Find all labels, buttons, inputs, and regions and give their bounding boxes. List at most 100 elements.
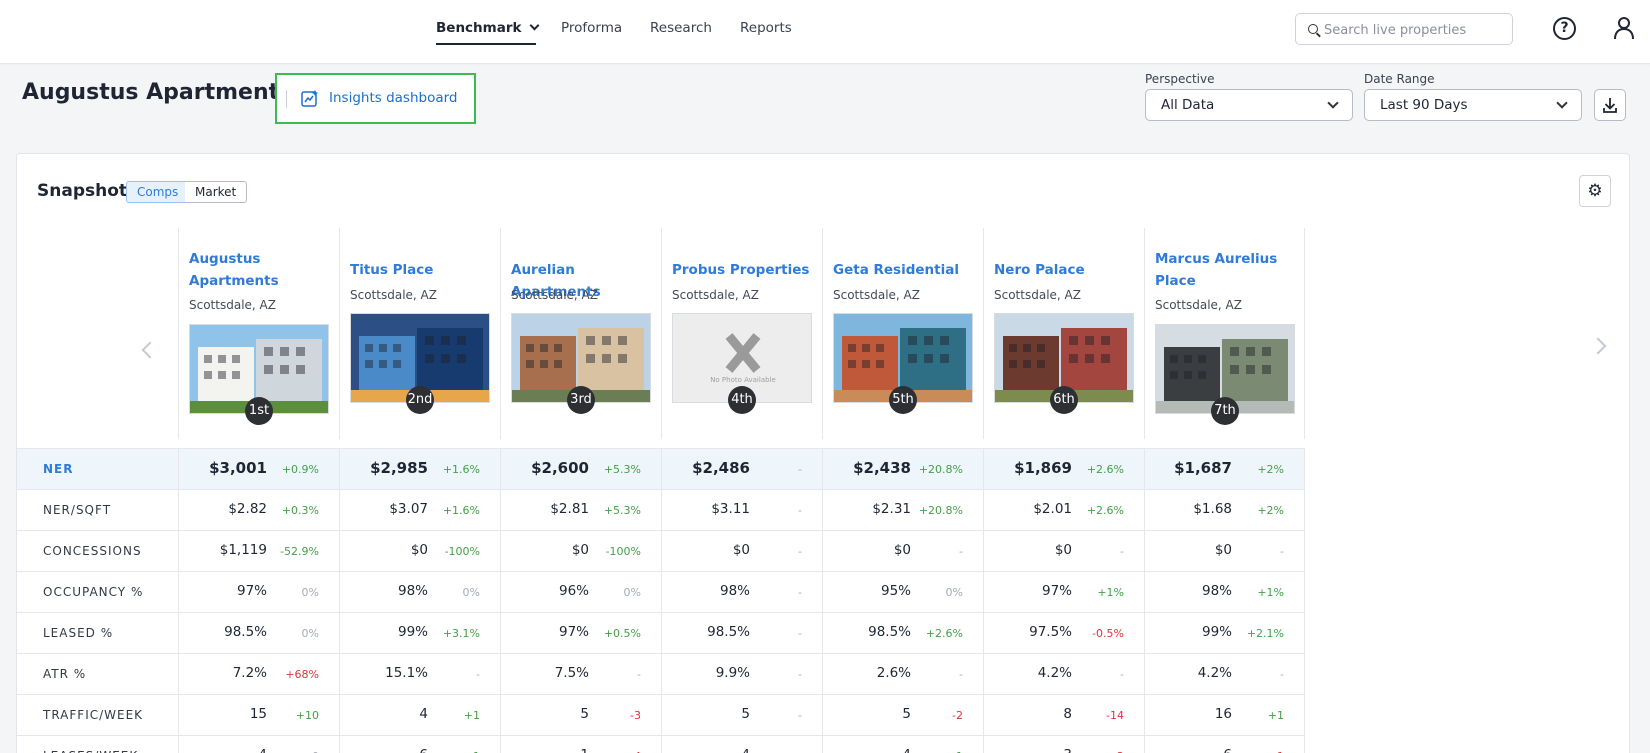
metric-value: $2,985 xyxy=(370,459,428,477)
metric-change: -100% xyxy=(605,545,641,558)
table-cell: $2.82 +0.3% xyxy=(178,490,339,531)
metric-value: 2.6% xyxy=(876,665,911,681)
metric-value: 98% xyxy=(397,583,428,599)
table-cell: 7.5% - xyxy=(500,654,661,695)
nav-research[interactable]: Research xyxy=(650,20,712,36)
metric-change: +2.6% xyxy=(1086,463,1124,476)
rank-badge: 4th xyxy=(728,386,756,414)
metric-value: $3.11 xyxy=(711,501,750,517)
table-cell: 97% +0.5% xyxy=(500,613,661,654)
search-box xyxy=(1295,13,1513,45)
property-name-link[interactable]: Marcus Aurelius Place xyxy=(1155,248,1295,292)
search-input[interactable] xyxy=(1324,20,1504,40)
metric-change: +2% xyxy=(1257,504,1284,517)
rank-badge: 5th xyxy=(889,386,917,414)
metric-value: 4 xyxy=(741,747,750,753)
metric-change: 0% xyxy=(623,586,641,599)
table-row: CONCESSIONS $1,119 -52.9% $0 -100% $0 -100% $0 -… xyxy=(17,530,1305,572)
user-icon[interactable] xyxy=(1613,16,1635,40)
table-cell: 8 -14 xyxy=(983,695,1144,736)
metric-value: $2,438 xyxy=(853,459,911,477)
chevron-right-icon[interactable] xyxy=(1589,337,1607,355)
rank-badge: 3rd xyxy=(567,386,595,414)
page-title: Augustus Apartments xyxy=(22,80,293,105)
property-name-link[interactable]: Titus Place xyxy=(350,259,490,281)
table-cell: 4.2% - xyxy=(983,654,1144,695)
metric-label: NER/SQFT xyxy=(43,503,112,517)
perspective-select[interactable]: All Data xyxy=(1145,89,1353,121)
nav-benchmark[interactable]: Benchmark xyxy=(436,20,540,36)
metric-value: 97% xyxy=(236,583,267,599)
snapshot-card: Snapshot Comps Market ⚙ Augustus Apartme… xyxy=(16,153,1630,753)
insights-dashboard-button[interactable]: Insights dashboard xyxy=(275,73,476,124)
table-cell: 4- xyxy=(661,736,822,753)
perspective-label: Perspective xyxy=(1145,72,1215,86)
rank-badge: 1st xyxy=(245,397,273,425)
table-cell: 5 -3 xyxy=(500,695,661,736)
property-location: Scottsdale, AZ xyxy=(833,288,920,302)
table-cell: 7.2% +68% xyxy=(178,654,339,695)
table-cell: $3.07 +1.6% xyxy=(339,490,500,531)
settings-button[interactable]: ⚙ xyxy=(1579,175,1611,207)
insights-icon xyxy=(301,90,318,107)
table-cell: 40 xyxy=(178,736,339,753)
table-cell: 99% +3.1% xyxy=(339,613,500,654)
metric-value: $1,869 xyxy=(1014,459,1072,477)
toggle-market[interactable]: Market xyxy=(185,181,248,203)
table-cell: $1,119 -52.9% xyxy=(178,531,339,572)
metric-change: +2.6% xyxy=(1086,504,1124,517)
metric-change: -14 xyxy=(1106,709,1124,722)
nav-reports[interactable]: Reports xyxy=(740,20,792,36)
table-cell: 2.6% - xyxy=(822,654,983,695)
table-cell: 98.5% - xyxy=(661,613,822,654)
table-cell: $0 - xyxy=(822,531,983,572)
date-range-select[interactable]: Last 90 Days xyxy=(1364,89,1582,121)
table-cell: 98% 0% xyxy=(339,572,500,613)
metric-value: 15 xyxy=(249,706,267,722)
metric-change: +0.5% xyxy=(603,627,641,640)
metric-value: 95% xyxy=(880,583,911,599)
table-cell: 5- xyxy=(661,695,822,736)
metric-value: $1.68 xyxy=(1193,501,1232,517)
property-name-link[interactable]: Nero Palace xyxy=(994,259,1134,281)
table-cell: 97% 0% xyxy=(178,572,339,613)
metric-value: 5 xyxy=(580,706,589,722)
table-cell: $2.81 +5.3% xyxy=(500,490,661,531)
table-row: NER/SQFT $2.82 +0.3% $3.07 +1.6% $2.81 +5.3% $3… xyxy=(17,489,1305,531)
perspective-value: All Data xyxy=(1161,97,1215,113)
metric-change: - xyxy=(798,586,802,599)
metric-change: - xyxy=(798,545,802,558)
metric-change: - xyxy=(798,709,802,722)
chevron-down-icon xyxy=(1327,97,1339,109)
metric-value: $2.01 xyxy=(1033,501,1072,517)
metric-value: 6 xyxy=(419,747,428,753)
metric-value: 98% xyxy=(719,583,750,599)
chevron-left-icon[interactable] xyxy=(141,341,159,359)
metric-change: +68% xyxy=(285,668,319,681)
metric-value: $2.82 xyxy=(228,501,267,517)
metric-change: +1 xyxy=(463,709,480,722)
property-name-link[interactable]: Augustus Apartments xyxy=(189,248,329,292)
property-location: Scottsdale, AZ xyxy=(350,288,437,302)
metric-change: +1% xyxy=(1257,586,1284,599)
property-name-link[interactable]: Geta Residential xyxy=(833,259,973,281)
table-cell: $1,687 +2% xyxy=(1144,449,1305,490)
no-photo-label: No Photo Available xyxy=(710,376,776,384)
nav-proforma[interactable]: Proforma xyxy=(561,20,622,36)
download-button[interactable] xyxy=(1594,89,1626,121)
property-column: Marcus Aurelius Place Scottsdale, AZ 7th xyxy=(1144,228,1305,439)
table-cell: $0 - xyxy=(661,531,822,572)
property-column: Geta Residential Scottsdale, AZ 5th xyxy=(822,228,983,439)
metric-value: $0 xyxy=(1214,542,1232,558)
help-icon[interactable]: ? xyxy=(1553,17,1576,40)
metric-change: - xyxy=(798,627,802,640)
table-row: ATR % 7.2% +68% 15.1% -7.5% -9.9% -2.6% -4.2% -4… xyxy=(17,653,1305,695)
table-cell: $2.31 +20.8% xyxy=(822,490,983,531)
metric-change: 0% xyxy=(301,586,319,599)
property-column: Nero Palace Scottsdale, AZ 6th xyxy=(983,228,1144,439)
metric-label: LEASED % xyxy=(43,626,114,640)
table-cell: $2,985 +1.6% xyxy=(339,449,500,490)
toggle-comps[interactable]: Comps xyxy=(126,181,190,203)
property-name-link[interactable]: Probus Properties xyxy=(672,259,812,281)
metric-change: -3 xyxy=(630,709,641,722)
